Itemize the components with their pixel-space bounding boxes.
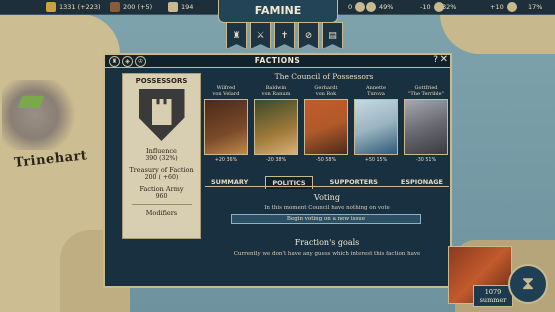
- landmass: [440, 14, 555, 54]
- food-icon: [506, 2, 517, 12]
- hourglass-icon: ⧗: [521, 273, 535, 294]
- divider: [131, 204, 192, 205]
- window-title: FACTIONS: [254, 56, 301, 65]
- church-resource[interactable]: 17%: [528, 0, 542, 14]
- voting-heading: Voting: [314, 193, 340, 202]
- field-tile: [17, 96, 45, 108]
- member-stats: -50 58%: [315, 158, 337, 163]
- close-button[interactable]: ✕: [440, 54, 448, 65]
- faction-banner-army[interactable]: ⚔: [250, 22, 271, 49]
- season-label: summer: [479, 296, 507, 304]
- justice-icon: [366, 2, 376, 12]
- faction-banner-traders[interactable]: ⊘: [298, 22, 319, 49]
- help-button[interactable]: ?: [433, 55, 438, 65]
- member-name: Gottfried "The Terrible": [408, 85, 444, 97]
- crown-resource[interactable]: 194: [168, 0, 193, 14]
- army-resource[interactable]: 200 (+5): [110, 0, 152, 14]
- factions-window: ♜ ◈ ♔ FACTIONS ? ✕ POSSESSORS Influence …: [103, 53, 452, 288]
- member-stats: +20 36%: [214, 158, 238, 163]
- army-value: 200 (+5): [123, 3, 153, 11]
- council-member[interactable]: Gerhardt von Rok -50 58%: [303, 85, 349, 163]
- cross-icon: ✝: [280, 30, 289, 41]
- tower-icon: [151, 99, 172, 125]
- town-sprite[interactable]: [2, 80, 82, 150]
- member-portrait[interactable]: [404, 99, 448, 155]
- book-icon: ▤: [328, 30, 337, 41]
- voting-status: In this moment Council have nothing on v…: [264, 205, 390, 211]
- influence-label: Influence: [146, 147, 177, 155]
- member-name: Wilfred von Velard: [212, 85, 240, 97]
- tab-divider: [205, 186, 449, 187]
- faction-info-panel: POSSESSORS Influence 390 (32%) Treasury …: [122, 73, 201, 239]
- tab-summary[interactable]: SUMMARY: [205, 176, 254, 189]
- council-member[interactable]: Gottfried "The Terrible" -30 51%: [403, 85, 449, 163]
- tab-politics[interactable]: POLITICS: [265, 176, 313, 189]
- member-stats: -30 51%: [415, 158, 437, 163]
- justice-resource[interactable]: 49%: [366, 0, 393, 14]
- faction-banners: ♜ ⚔ ✝ ⊘ ▤: [226, 22, 343, 49]
- tab-supporters[interactable]: SUPPORTERS: [324, 176, 384, 189]
- member-stats: +50 15%: [364, 158, 388, 163]
- stability-value: 0: [348, 3, 353, 11]
- influence-value: 390 (32%): [145, 155, 178, 162]
- influence-value: -10: [420, 3, 431, 11]
- goals-text: Currently we don't have any guess which …: [233, 251, 421, 257]
- faction-name: POSSESSORS: [135, 77, 188, 85]
- sword-icon: ⚔: [256, 30, 265, 41]
- member-stats: -20 38%: [265, 158, 287, 163]
- member-name: Gerhardt von Rok: [314, 85, 338, 97]
- influence-resource[interactable]: -10: [420, 0, 444, 14]
- stability-resource[interactable]: 0: [348, 0, 366, 14]
- faction-banner-church[interactable]: ✝: [274, 22, 295, 49]
- army-value: 960: [155, 193, 168, 200]
- treasury-label: Treasury of Faction: [129, 166, 194, 174]
- member-portrait[interactable]: [254, 99, 298, 155]
- council-member[interactable]: Baldwin von Ranum -20 38%: [253, 85, 299, 163]
- end-turn-button[interactable]: ⧗: [508, 264, 548, 304]
- faction-banner-possessors[interactable]: ♜: [226, 22, 247, 49]
- favor-resource[interactable]: 32%: [442, 0, 456, 14]
- member-name: Annette Turova: [366, 85, 386, 97]
- goals-heading: Fraction's goals: [294, 238, 360, 247]
- army-label: Faction Army: [139, 185, 184, 193]
- crown-icon: [168, 2, 178, 12]
- council-title: The Council of Possessors: [274, 72, 374, 81]
- favor-value: 32%: [442, 3, 457, 11]
- church-value: 17%: [528, 3, 543, 11]
- member-portrait[interactable]: [354, 99, 398, 155]
- faction-crest-icon: [138, 89, 185, 141]
- treasury-icon: [46, 2, 56, 12]
- council-members: Wilfred von Velard +20 36% Baldwin von Ran…: [201, 85, 449, 173]
- treasury-value: 200 ( +60): [144, 174, 179, 181]
- begin-voting-button[interactable]: Begin voting on a new issue: [231, 214, 421, 224]
- justice-value: 49%: [379, 3, 394, 11]
- event-banner[interactable]: FAMINE: [218, 0, 338, 23]
- year-label: 1079: [484, 288, 502, 296]
- coin-icon: ⊘: [304, 30, 313, 41]
- treasury-resource[interactable]: 1331 (+223): [46, 0, 101, 14]
- date-display: 1079 summer: [473, 285, 513, 307]
- faction-banner-scholars[interactable]: ▤: [322, 22, 343, 49]
- tab-espionage[interactable]: ESPIONAGE: [395, 176, 449, 189]
- army-icon: [110, 2, 120, 12]
- window-header: ♜ ◈ ♔ FACTIONS ? ✕: [105, 54, 450, 68]
- faction-tabs: SUMMARY POLITICS SUPPORTERS ESPIONAGE: [205, 176, 449, 189]
- food-value: +10: [490, 3, 504, 11]
- crown-value: 194: [181, 3, 194, 11]
- castle-icon: ♜: [232, 30, 241, 41]
- member-name: Baldwin von Ranum: [261, 85, 291, 97]
- council-member[interactable]: Wilfred von Velard +20 36%: [203, 85, 249, 163]
- treasury-value: 1331 (+223): [59, 3, 101, 11]
- member-portrait[interactable]: [304, 99, 348, 155]
- modifiers-label[interactable]: Modifiers: [123, 209, 200, 217]
- member-portrait[interactable]: [204, 99, 248, 155]
- food-resource[interactable]: +10: [490, 0, 517, 14]
- council-member[interactable]: Annette Turova +50 15%: [353, 85, 399, 163]
- stability-icon: [355, 2, 366, 12]
